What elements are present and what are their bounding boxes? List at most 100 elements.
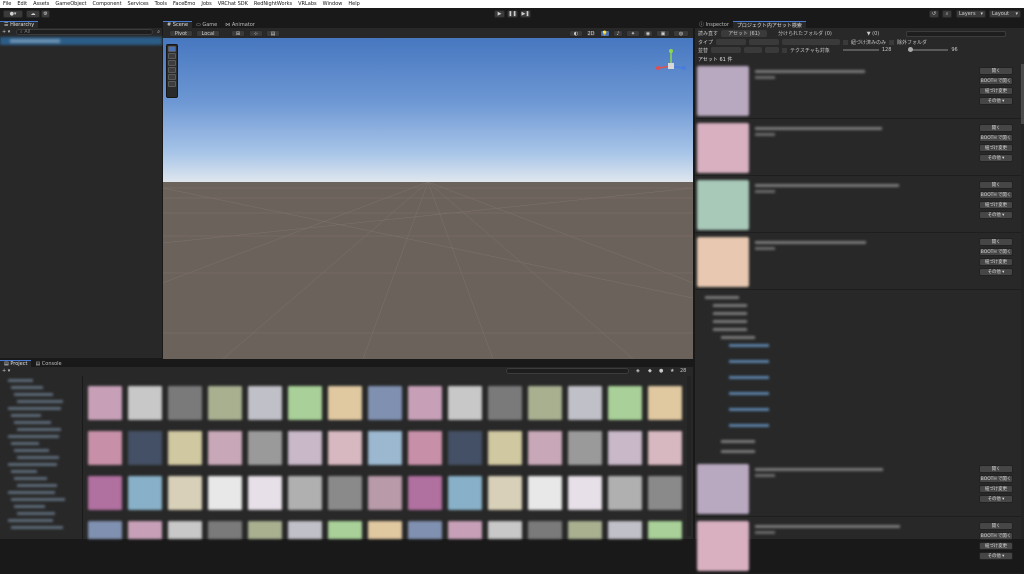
tab-console[interactable]: ▤ Console (31, 360, 65, 367)
asset-thumbnail[interactable] (168, 476, 202, 510)
filter-icon[interactable]: ⌕ (157, 29, 160, 35)
asset-thumbnail[interactable] (488, 431, 522, 465)
tree-node[interactable] (713, 320, 747, 323)
cloud-button[interactable]: ☁ (26, 10, 40, 18)
asset-thumbnail[interactable] (128, 386, 162, 420)
asset-thumbnail[interactable] (128, 476, 162, 510)
tree-node[interactable] (729, 408, 769, 411)
asset-folder-tree[interactable] (695, 290, 1024, 462)
collab-button[interactable]: ⚙ (41, 10, 50, 18)
asset-thumbnail[interactable] (328, 386, 362, 420)
folder-tree-item[interactable] (11, 414, 41, 417)
star-icon[interactable]: ★ (670, 368, 674, 374)
asset-thumbnail[interactable] (88, 521, 122, 539)
asset-thumbnail[interactable] (168, 521, 202, 539)
asset-thumbnail[interactable] (608, 431, 642, 465)
source-dropdown[interactable] (782, 39, 841, 45)
asset-thumbnail[interactable] (608, 386, 642, 420)
open-button[interactable]: 開く (979, 124, 1013, 132)
asset-thumbnail[interactable] (88, 431, 122, 465)
draw-mode-dropdown[interactable]: ◐ (569, 30, 583, 37)
grid-snap-dropdown[interactable]: ⊞ (231, 30, 245, 37)
folder-tree-item[interactable] (8, 519, 53, 522)
asset-thumbnail[interactable] (528, 476, 562, 510)
subtab-other[interactable]: ▼ (0) (843, 30, 903, 37)
reload-button[interactable]: 読み直す (698, 30, 718, 37)
exclude-folder-checkbox[interactable] (889, 39, 895, 45)
open-button[interactable]: 開く (979, 522, 1013, 530)
change-link-button[interactable]: 紐づけ変更 (979, 258, 1013, 266)
texture-checkbox[interactable] (782, 47, 788, 53)
folder-tree-item[interactable] (8, 435, 59, 438)
subtab-folders[interactable]: 分けられたフォルダ (0) (770, 30, 840, 37)
asset-thumbnail[interactable] (208, 521, 242, 539)
folder-tree-item[interactable] (14, 505, 45, 508)
linked-only-checkbox[interactable] (843, 39, 849, 45)
asset-list-item[interactable]: 開く BOOTH で開く 紐づけ変更 その他 ▾ (695, 121, 1021, 176)
transform-tool-icon[interactable] (168, 81, 176, 87)
asset-thumbnail[interactable] (488, 521, 522, 539)
asset-thumbnail[interactable] (288, 476, 322, 510)
hierarchy-selected-row[interactable] (0, 37, 162, 45)
tree-node[interactable] (713, 328, 747, 331)
thumbnail-size-slider[interactable] (842, 49, 879, 51)
asset-thumbnail[interactable] (88, 386, 122, 420)
asset-thumbnail[interactable] (328, 431, 362, 465)
folder-tree-item[interactable] (17, 456, 59, 459)
change-link-button[interactable]: 紐づけ変更 (979, 144, 1013, 152)
tab-project[interactable]: ▤ Project (0, 360, 32, 367)
open-button[interactable]: 開く (979, 67, 1013, 75)
tree-node[interactable] (713, 312, 747, 315)
asset-preview-image[interactable] (697, 464, 749, 514)
menu-vrchat-sdk[interactable]: VRChat SDK (215, 1, 251, 7)
step-button[interactable]: ▶❚ (520, 10, 531, 18)
menu-gameobject[interactable]: GameObject (52, 1, 89, 7)
asset-thumbnail[interactable] (488, 386, 522, 420)
undo-history-button[interactable]: ↺ (929, 10, 939, 18)
tree-node[interactable] (721, 440, 755, 443)
audio-toggle[interactable]: ♪ (613, 30, 623, 37)
tree-node[interactable] (705, 296, 739, 299)
open-booth-button[interactable]: BOOTH で開く (979, 248, 1013, 256)
tree-node[interactable] (721, 450, 755, 453)
scale-tool-icon[interactable] (168, 67, 176, 73)
open-booth-button[interactable]: BOOTH で開く (979, 77, 1013, 85)
asset-thumbnail[interactable] (248, 521, 282, 539)
asset-list-item[interactable]: 開く BOOTH で開く 紐づけ変更 その他 ▾ (695, 64, 1021, 119)
asset-thumbnail[interactable] (288, 386, 322, 420)
menu-file[interactable]: File (0, 1, 14, 7)
add-asset-button[interactable]: + ▾ (2, 368, 10, 374)
add-button[interactable]: + ▾ (2, 29, 12, 35)
more-dropdown[interactable]: その他 ▾ (979, 495, 1013, 503)
asset-thumbnail[interactable] (168, 386, 202, 420)
rect-tool-icon[interactable] (168, 74, 176, 80)
tree-node[interactable] (721, 336, 755, 339)
slider-handle[interactable] (908, 47, 914, 52)
2d-toggle[interactable]: 2D (586, 30, 596, 37)
asset-thumbnail[interactable] (288, 521, 322, 539)
asset-thumbnail[interactable] (128, 521, 162, 539)
order-dropdown[interactable] (744, 47, 763, 53)
asset-thumbnail[interactable] (648, 521, 682, 539)
tab-animator[interactable]: ⋈ Animator (221, 21, 259, 28)
change-link-button[interactable]: 紐づけ変更 (979, 87, 1013, 95)
asset-thumbnail[interactable] (88, 476, 122, 510)
project-splitter[interactable] (82, 376, 83, 539)
hidden-objects-toggle[interactable]: ◉ (643, 30, 653, 37)
asset-thumbnail[interactable] (248, 386, 282, 420)
tree-node[interactable] (729, 424, 769, 427)
asset-thumbnail[interactable] (568, 431, 602, 465)
tab-asset-search[interactable]: プロジェクト内アセット検索 (732, 21, 806, 29)
account-button[interactable]: ●▾ (3, 10, 23, 18)
tree-node[interactable] (729, 392, 769, 395)
asset-thumbnail[interactable] (448, 431, 482, 465)
asset-preview-image[interactable] (697, 237, 749, 287)
menu-faceemo[interactable]: FaceEmo (170, 1, 198, 7)
open-booth-button[interactable]: BOOTH で開く (979, 191, 1013, 199)
scene-view-tools-button[interactable]: ▤ (266, 30, 280, 37)
search-field[interactable] (906, 30, 1006, 37)
folder-tree-item[interactable] (17, 400, 63, 403)
preview-size-slider[interactable] (908, 47, 949, 52)
folder-tree-item[interactable] (8, 463, 57, 466)
open-booth-button[interactable]: BOOTH で開く (979, 475, 1013, 483)
